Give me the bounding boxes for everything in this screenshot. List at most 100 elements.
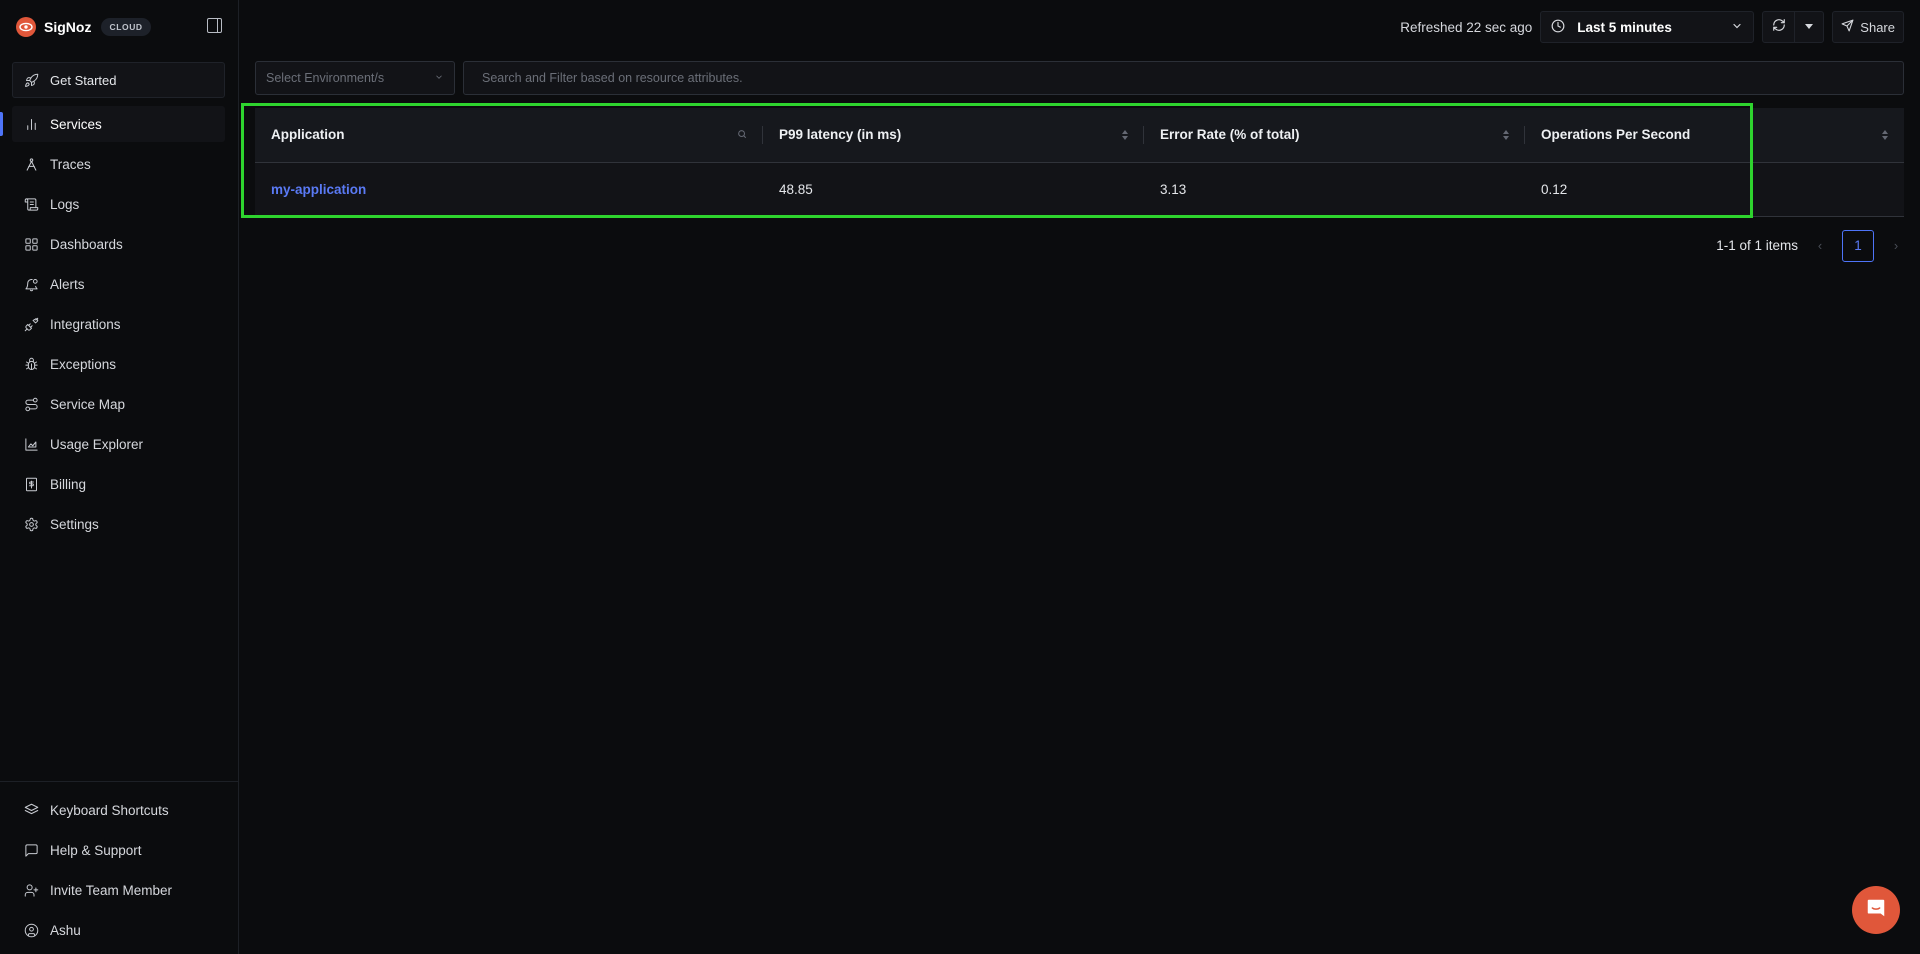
sidebar-item-traces[interactable]: Traces <box>12 146 225 182</box>
bug-icon <box>23 356 39 372</box>
refresh-icon <box>1772 18 1786 37</box>
cloud-badge: CLOUD <box>101 18 151 36</box>
share-button[interactable]: Share <box>1832 11 1904 43</box>
cell-operations-per-second: 0.12 <box>1525 162 1904 217</box>
sidebar-item-label: Usage Explorer <box>50 436 144 452</box>
services-table-container: Application P99 latency (in ms) Error Ra… <box>241 103 1904 218</box>
grid-icon <box>23 236 39 252</box>
sidebar-item-label: Alerts <box>50 276 85 292</box>
main-content: Refreshed 22 sec ago Last 5 minutes Shar… <box>239 0 1920 954</box>
environment-select[interactable]: Select Environment/s <box>255 61 455 95</box>
sidebar-item-label: Ashu <box>50 922 81 938</box>
area-chart-icon <box>23 436 39 452</box>
sidebar-item-label: Invite Team Member <box>50 882 173 898</box>
time-range-picker[interactable]: Last 5 minutes <box>1540 11 1755 43</box>
next-page-icon[interactable]: › <box>1888 238 1904 253</box>
sidebar-item-integrations[interactable]: Integrations <box>12 306 225 342</box>
cell-error-rate: 3.13 <box>1144 162 1525 217</box>
sort-icon[interactable] <box>1122 129 1128 140</box>
application-link[interactable]: my-application <box>271 182 366 197</box>
filter-bar: Select Environment/s <box>255 61 1904 95</box>
sidebar-item-usage-explorer[interactable]: Usage Explorer <box>12 426 225 462</box>
sidebar-item-user-profile[interactable]: Ashu <box>12 912 225 948</box>
sidebar-item-label: Logs <box>50 196 80 212</box>
signoz-logo-icon[interactable] <box>16 17 36 37</box>
table-row[interactable]: my-application 48.85 3.13 0.12 <box>255 162 1904 217</box>
search-icon[interactable] <box>737 127 747 142</box>
refresh-control <box>1762 11 1825 43</box>
chat-icon <box>1865 897 1887 924</box>
sidebar-item-service-map[interactable]: Service Map <box>12 386 225 422</box>
services-table: Application P99 latency (in ms) Error Ra… <box>255 108 1904 217</box>
sidebar-footer: Keyboard Shortcuts Help & Support Invite… <box>0 781 238 954</box>
resource-attribute-search-input[interactable] <box>463 61 1904 95</box>
page-button[interactable]: 1 <box>1842 229 1874 262</box>
column-header-operations-per-second[interactable]: Operations Per Second <box>1525 108 1904 163</box>
get-started-label: Get Started <box>50 72 117 88</box>
route-icon <box>23 396 39 412</box>
sidebar-item-dashboards[interactable]: Dashboards <box>12 226 225 262</box>
sidebar-item-keyboard-shortcuts[interactable]: Keyboard Shortcuts <box>12 792 225 828</box>
message-square-icon <box>23 842 39 858</box>
pagination: 1-1 of 1 items ‹ 1 › <box>239 229 1904 262</box>
sidebar-item-label: Billing <box>50 476 87 492</box>
sidebar-item-settings[interactable]: Settings <box>12 506 225 542</box>
sidebar-item-label: Exceptions <box>50 356 117 372</box>
sidebar-item-label: Integrations <box>50 316 121 332</box>
sidebar-item-label: Service Map <box>50 396 126 412</box>
cell-p99-latency: 48.85 <box>763 162 1144 217</box>
cell-application: my-application <box>255 162 763 217</box>
sidebar: SigNoz CLOUD Get Started Services Traces… <box>0 0 239 954</box>
sidebar-item-exceptions[interactable]: Exceptions <box>12 346 225 382</box>
plug-icon <box>23 316 39 332</box>
rocket-icon <box>23 72 39 88</box>
sort-icon[interactable] <box>1882 129 1888 140</box>
share-label: Share <box>1860 19 1895 35</box>
refresh-button[interactable] <box>1763 12 1796 42</box>
support-chat-button[interactable] <box>1852 886 1900 934</box>
sidebar-collapse-icon[interactable] <box>207 18 222 33</box>
refresh-interval-dropdown[interactable] <box>1795 12 1823 42</box>
brand-name: SigNoz <box>44 19 92 35</box>
pagination-summary: 1-1 of 1 items <box>1716 238 1798 253</box>
sidebar-item-help-support[interactable]: Help & Support <box>12 832 225 868</box>
previous-page-icon[interactable]: ‹ <box>1812 238 1828 253</box>
column-label: Error Rate (% of total) <box>1160 127 1300 143</box>
user-circle-icon <box>23 922 39 938</box>
gear-icon <box>23 516 39 532</box>
sidebar-item-label: Traces <box>50 156 91 172</box>
sidebar-item-label: Settings <box>50 516 99 532</box>
sidebar-item-logs[interactable]: Logs <box>12 186 225 222</box>
sidebar-item-invite-team-member[interactable]: Invite Team Member <box>12 872 225 908</box>
app-root: SigNoz CLOUD Get Started Services Traces… <box>0 0 1920 954</box>
sidebar-item-label: Dashboards <box>50 236 123 252</box>
chevron-down-icon <box>1731 20 1743 35</box>
sidebar-item-services[interactable]: Services <box>0 106 225 142</box>
get-started-button[interactable]: Get Started <box>12 62 225 98</box>
bar-chart-icon <box>23 116 39 132</box>
column-header-p99-latency[interactable]: P99 latency (in ms) <box>763 108 1144 163</box>
caret-down-icon <box>1804 18 1814 36</box>
refreshed-status: Refreshed 22 sec ago <box>1400 19 1533 35</box>
column-header-error-rate[interactable]: Error Rate (% of total) <box>1144 108 1525 163</box>
bell-icon <box>23 276 39 292</box>
brand-header: SigNoz CLOUD <box>0 0 238 54</box>
table-header-row: Application P99 latency (in ms) Error Ra… <box>255 108 1904 163</box>
user-plus-icon <box>23 882 39 898</box>
traces-icon <box>23 156 39 172</box>
sidebar-item-billing[interactable]: Billing <box>12 466 225 502</box>
receipt-icon <box>23 476 39 492</box>
sort-icon[interactable] <box>1503 129 1509 140</box>
top-bar: Refreshed 22 sec ago Last 5 minutes Shar… <box>239 0 1920 54</box>
column-label: Application <box>271 127 345 143</box>
sidebar-item-alerts[interactable]: Alerts <box>12 266 225 302</box>
time-range-label: Last 5 minutes <box>1577 19 1672 35</box>
column-label: Operations Per Second <box>1541 127 1691 143</box>
sidebar-item-label: Keyboard Shortcuts <box>50 802 169 818</box>
column-label: P99 latency (in ms) <box>779 127 902 143</box>
sidebar-item-label: Services <box>50 116 102 132</box>
logs-scroll-icon <box>23 196 39 212</box>
send-icon <box>1841 19 1854 35</box>
clock-icon <box>1551 19 1565 36</box>
layers-icon <box>23 802 39 818</box>
